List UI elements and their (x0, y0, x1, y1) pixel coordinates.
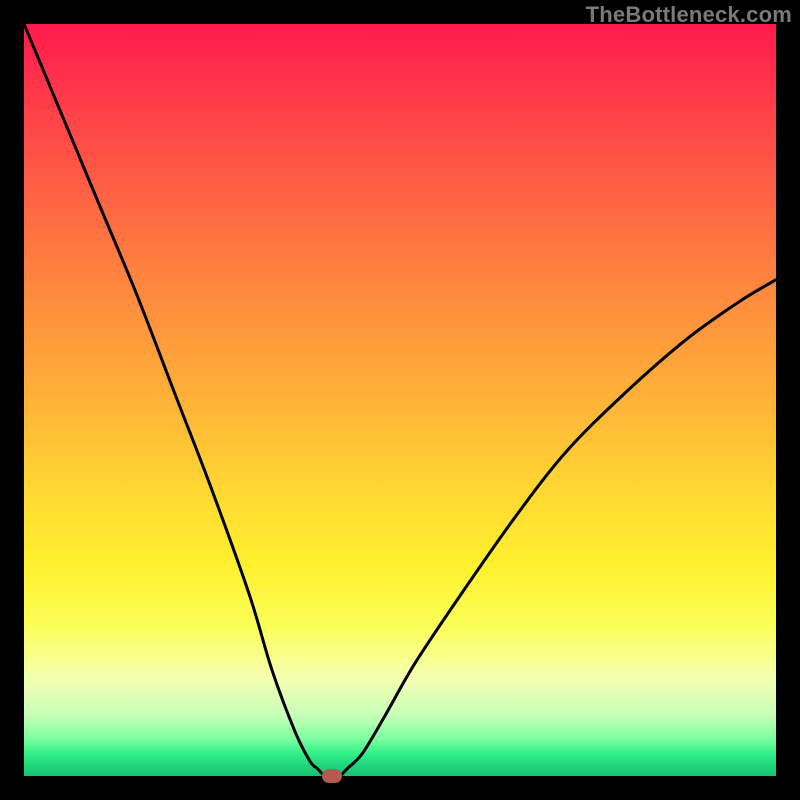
plot-area (24, 24, 776, 776)
curve-svg (24, 24, 776, 776)
chart-frame: TheBottleneck.com (0, 0, 800, 800)
optimum-marker (322, 769, 342, 783)
bottleneck-curve-path (24, 24, 776, 776)
